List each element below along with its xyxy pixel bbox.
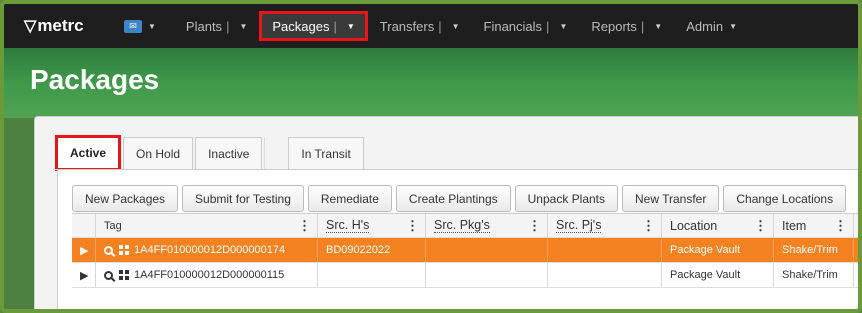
search-icon[interactable] [104,270,113,280]
column-header-src-harvests[interactable]: Src. H's ⋮ [318,214,426,237]
app-frame: ▽ metrc ✉ ▼ Plants | ▼ Packages | ▼ Tran… [0,0,862,313]
tab-content: New Packages Submit for Testing Remediat… [57,170,858,309]
packages-grid: Tag ⋮ Src. H's ⋮ Src. Pkg's ⋮ Src. Pj's … [72,213,858,288]
src-project-cell [548,263,662,287]
nav-transfers[interactable]: Transfers | ▼ [368,12,472,40]
nav-packages[interactable]: Packages | ▼ [259,11,368,41]
logo-text: metrc [37,16,84,35]
tab-inactive[interactable]: Inactive [195,137,263,169]
submit-for-testing-button[interactable]: Submit for Testing [182,185,304,212]
chevron-down-icon: ▼ [148,21,156,31]
item-cell: Shake/Trim [774,263,854,287]
envelope-icon: ✉ [124,19,142,33]
tag-cell: 1A4FF010000012D000000174 [96,238,318,262]
location-cell: Package Vault [662,263,774,287]
table-row[interactable]: ▶ 1A4FF010000012D000000174 BD09022022 Pa… [72,238,858,263]
action-toolbar: New Packages Submit for Testing Remediat… [72,185,850,212]
nav-financials[interactable]: Financials | ▼ [472,12,580,40]
location-cell: Package Vault [662,238,774,262]
packages-panel: Active On Hold Inactive In Transit New P… [34,116,858,309]
expand-row-icon[interactable]: ▶ [72,263,96,287]
column-label: Src. Pj's [556,218,602,233]
src-harvest-cell: BD09022022 [318,238,426,262]
nav-financials-label: Financials [483,18,543,34]
table-row[interactable]: ▶ 1A4FF010000012D000000115 Package Vault… [72,263,858,288]
tag-cell: 1A4FF010000012D000000115 [96,263,318,287]
column-header-src-projects[interactable]: Src. Pj's ⋮ [548,214,662,237]
tab-spacer [264,137,286,169]
remediate-button[interactable]: Remediate [307,185,392,212]
src-package-cell [426,238,548,262]
chevron-down-icon: ▼ [559,21,568,31]
nav-admin-label: Admin [686,18,724,34]
nav-admin[interactable]: Admin ▼ [674,12,749,40]
column-menu-icon[interactable]: ⋮ [406,218,419,234]
nav-separator: | [333,18,337,34]
create-plantings-button[interactable]: Create Plantings [395,185,511,212]
column-label: Src. Pkg's [434,218,490,233]
column-label: Tag [104,219,122,232]
metrc-logo-mark-icon: ▽ [24,18,37,35]
nav-reports-label: Reports [591,18,637,34]
nav-plants-label: Plants [185,18,223,34]
nav-reports[interactable]: Reports | ▼ [579,12,674,40]
src-harvest-cell [318,263,426,287]
search-icon[interactable] [104,245,113,255]
nav-separator: | [226,18,230,34]
chevron-down-icon: ▼ [654,21,663,31]
top-navbar: ▽ metrc ✉ ▼ Plants | ▼ Packages | ▼ Tran… [4,4,858,48]
item-cell: Shake/Trim [774,238,854,262]
new-transfer-button[interactable]: New Transfer [622,185,720,212]
chevron-down-icon: ▼ [451,21,460,31]
column-header-location[interactable]: Location ⋮ [662,214,774,237]
unpack-plants-button[interactable]: Unpack Plants [514,185,618,212]
column-menu-icon[interactable]: ⋮ [834,218,847,234]
column-menu-icon[interactable]: ⋮ [642,218,655,234]
tag-value: 1A4FF010000012D000000115 [134,269,285,281]
column-menu-icon[interactable]: ⋮ [298,218,311,234]
column-menu-icon[interactable]: ⋮ [528,218,541,234]
new-packages-button[interactable]: New Packages [72,185,179,212]
tab-strip: Active On Hold Inactive In Transit [55,135,366,171]
grid-icon[interactable] [119,245,129,255]
nav-separator: | [438,18,442,34]
column-label: Item [782,218,807,233]
column-header-item[interactable]: Item ⋮ [774,214,854,237]
nav-packages-label: Packages [272,18,330,34]
change-locations-button[interactable]: Change Locations [723,185,847,212]
grid-header-row: Tag ⋮ Src. H's ⋮ Src. Pkg's ⋮ Src. Pj's … [72,213,858,238]
column-header-src-packages[interactable]: Src. Pkg's ⋮ [426,214,548,237]
expand-column-header [72,214,96,237]
chevron-down-icon: ▼ [729,21,737,31]
column-label: Src. H's [326,218,370,233]
chevron-down-icon: ▼ [239,21,248,31]
metrc-logo[interactable]: ▽ metrc [24,16,124,36]
tab-active[interactable]: Active [55,135,122,171]
nav-plants[interactable]: Plants | ▼ [174,12,259,40]
tab-on-hold[interactable]: On Hold [123,137,194,169]
nav-transfers-label: Transfers [379,18,435,34]
src-project-cell [548,238,662,262]
expand-row-icon[interactable]: ▶ [72,238,96,262]
src-package-cell [426,263,548,287]
messages-button[interactable]: ✉ ▼ [124,19,156,33]
grid-icon[interactable] [119,270,129,280]
tab-in-transit[interactable]: In Transit [288,137,364,169]
chevron-down-icon: ▼ [346,21,355,31]
page-title: Packages [30,64,160,95]
nav-separator: | [546,18,550,34]
column-menu-icon[interactable]: ⋮ [754,218,767,234]
column-label: Location [670,218,718,233]
tag-value: 1A4FF010000012D000000174 [134,244,286,256]
nav-separator: | [640,18,645,34]
column-header-tag[interactable]: Tag ⋮ [96,214,318,237]
